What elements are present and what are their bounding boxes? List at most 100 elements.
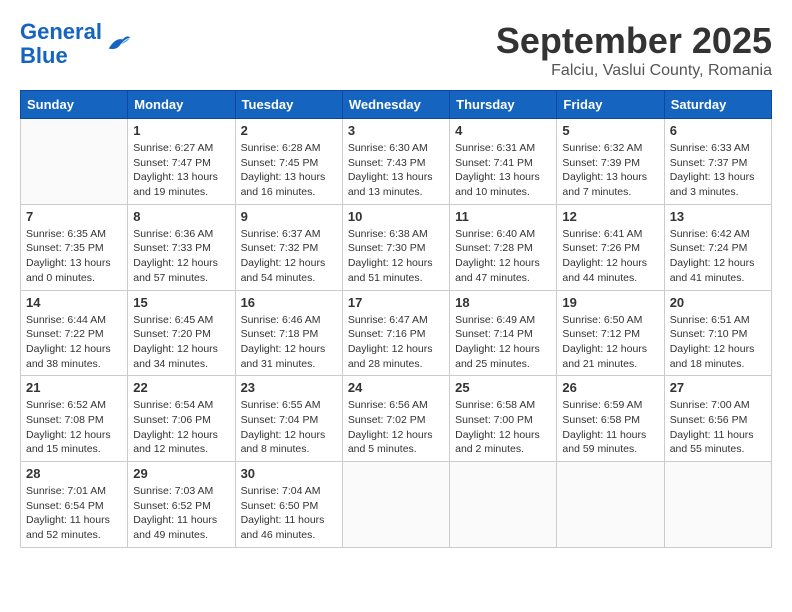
day-number: 18: [455, 295, 551, 310]
day-number: 15: [133, 295, 229, 310]
calendar-cell: 20 Sunrise: 6:51 AM Sunset: 7:10 PM Dayli…: [664, 290, 771, 376]
week-row-2: 7 Sunrise: 6:35 AM Sunset: 7:35 PM Daylig…: [21, 204, 772, 290]
day-number: 20: [670, 295, 766, 310]
day-number: 7: [26, 209, 122, 224]
day-info: Sunrise: 6:47 AM Sunset: 7:16 PM Dayligh…: [348, 313, 444, 372]
calendar-cell: 27 Sunrise: 7:00 AM Sunset: 6:56 PM Dayli…: [664, 376, 771, 462]
day-number: 19: [562, 295, 658, 310]
day-number: 11: [455, 209, 551, 224]
day-number: 6: [670, 123, 766, 138]
calendar-cell: 8 Sunrise: 6:36 AM Sunset: 7:33 PM Daylig…: [128, 204, 235, 290]
calendar-cell: 30 Sunrise: 7:04 AM Sunset: 6:50 PM Dayli…: [235, 462, 342, 548]
calendar-cell: 23 Sunrise: 6:55 AM Sunset: 7:04 PM Dayli…: [235, 376, 342, 462]
calendar-cell: 3 Sunrise: 6:30 AM Sunset: 7:43 PM Daylig…: [342, 119, 449, 205]
day-info: Sunrise: 6:37 AM Sunset: 7:32 PM Dayligh…: [241, 227, 337, 286]
day-number: 10: [348, 209, 444, 224]
day-number: 21: [26, 380, 122, 395]
calendar-cell: 26 Sunrise: 6:59 AM Sunset: 6:58 PM Dayli…: [557, 376, 664, 462]
day-info: Sunrise: 6:50 AM Sunset: 7:12 PM Dayligh…: [562, 313, 658, 372]
day-info: Sunrise: 6:58 AM Sunset: 7:00 PM Dayligh…: [455, 398, 551, 457]
weekday-header-friday: Friday: [557, 91, 664, 119]
day-info: Sunrise: 6:42 AM Sunset: 7:24 PM Dayligh…: [670, 227, 766, 286]
day-info: Sunrise: 6:35 AM Sunset: 7:35 PM Dayligh…: [26, 227, 122, 286]
calendar-cell: 28 Sunrise: 7:01 AM Sunset: 6:54 PM Dayli…: [21, 462, 128, 548]
day-number: 29: [133, 466, 229, 481]
day-number: 3: [348, 123, 444, 138]
day-info: Sunrise: 6:30 AM Sunset: 7:43 PM Dayligh…: [348, 141, 444, 200]
week-row-3: 14 Sunrise: 6:44 AM Sunset: 7:22 PM Dayli…: [21, 290, 772, 376]
day-number: 24: [348, 380, 444, 395]
calendar-cell: 13Sunrise: 6:42 AM Sunset: 7:24 PM Dayli…: [664, 204, 771, 290]
day-info: Sunrise: 6:45 AM Sunset: 7:20 PM Dayligh…: [133, 313, 229, 372]
weekday-header-monday: Monday: [128, 91, 235, 119]
day-info: Sunrise: 7:04 AM Sunset: 6:50 PM Dayligh…: [241, 484, 337, 543]
calendar-cell: 24 Sunrise: 6:56 AM Sunset: 7:02 PM Dayli…: [342, 376, 449, 462]
day-info: Sunrise: 6:55 AM Sunset: 7:04 PM Dayligh…: [241, 398, 337, 457]
calendar-cell: [21, 119, 128, 205]
day-info: Sunrise: 6:46 AM Sunset: 7:18 PM Dayligh…: [241, 313, 337, 372]
day-info: Sunrise: 6:27 AM Sunset: 7:47 PM Dayligh…: [133, 141, 229, 200]
day-number: 4: [455, 123, 551, 138]
day-number: 17: [348, 295, 444, 310]
day-info: Sunrise: 6:51 AM Sunset: 7:10 PM Dayligh…: [670, 313, 766, 372]
calendar-cell: 12Sunrise: 6:41 AM Sunset: 7:26 PM Dayli…: [557, 204, 664, 290]
calendar-cell: 9 Sunrise: 6:37 AM Sunset: 7:32 PM Daylig…: [235, 204, 342, 290]
calendar-cell: 6 Sunrise: 6:33 AM Sunset: 7:37 PM Daylig…: [664, 119, 771, 205]
title-block: September 2025 Falciu, Vaslui County, Ro…: [496, 20, 772, 80]
calendar-cell: 4Sunrise: 6:31 AM Sunset: 7:41 PM Daylig…: [450, 119, 557, 205]
calendar-cell: [342, 462, 449, 548]
location-text: Falciu, Vaslui County, Romania: [496, 62, 772, 80]
day-info: Sunrise: 6:56 AM Sunset: 7:02 PM Dayligh…: [348, 398, 444, 457]
day-info: Sunrise: 6:38 AM Sunset: 7:30 PM Dayligh…: [348, 227, 444, 286]
day-number: 8: [133, 209, 229, 224]
day-number: 9: [241, 209, 337, 224]
day-number: 28: [26, 466, 122, 481]
day-number: 27: [670, 380, 766, 395]
calendar-cell: 29 Sunrise: 7:03 AM Sunset: 6:52 PM Dayli…: [128, 462, 235, 548]
day-info: Sunrise: 6:41 AM Sunset: 7:26 PM Dayligh…: [562, 227, 658, 286]
calendar-cell: 19 Sunrise: 6:50 AM Sunset: 7:12 PM Dayli…: [557, 290, 664, 376]
calendar-cell: 22Sunrise: 6:54 AM Sunset: 7:06 PM Dayli…: [128, 376, 235, 462]
day-info: Sunrise: 6:54 AM Sunset: 7:06 PM Dayligh…: [133, 398, 229, 457]
day-number: 26: [562, 380, 658, 395]
day-info: Sunrise: 6:59 AM Sunset: 6:58 PM Dayligh…: [562, 398, 658, 457]
day-info: Sunrise: 6:28 AM Sunset: 7:45 PM Dayligh…: [241, 141, 337, 200]
day-number: 1: [133, 123, 229, 138]
calendar-cell: 15 Sunrise: 6:45 AM Sunset: 7:20 PM Dayli…: [128, 290, 235, 376]
day-number: 30: [241, 466, 337, 481]
page-header: General Blue September 2025 Falciu, Vasl…: [20, 20, 772, 80]
day-info: Sunrise: 6:49 AM Sunset: 7:14 PM Dayligh…: [455, 313, 551, 372]
logo-text: General Blue: [20, 20, 102, 68]
calendar-cell: 10 Sunrise: 6:38 AM Sunset: 7:30 PM Dayli…: [342, 204, 449, 290]
day-info: Sunrise: 6:52 AM Sunset: 7:08 PM Dayligh…: [26, 398, 122, 457]
calendar-cell: [450, 462, 557, 548]
calendar-cell: 2 Sunrise: 6:28 AM Sunset: 7:45 PM Daylig…: [235, 119, 342, 205]
calendar-cell: 18 Sunrise: 6:49 AM Sunset: 7:14 PM Dayli…: [450, 290, 557, 376]
day-info: Sunrise: 6:33 AM Sunset: 7:37 PM Dayligh…: [670, 141, 766, 200]
week-row-1: 1 Sunrise: 6:27 AM Sunset: 7:47 PM Daylig…: [21, 119, 772, 205]
day-info: Sunrise: 7:01 AM Sunset: 6:54 PM Dayligh…: [26, 484, 122, 543]
day-info: Sunrise: 6:44 AM Sunset: 7:22 PM Dayligh…: [26, 313, 122, 372]
calendar-cell: 17 Sunrise: 6:47 AM Sunset: 7:16 PM Dayli…: [342, 290, 449, 376]
weekday-header-sunday: Sunday: [21, 91, 128, 119]
day-info: Sunrise: 6:36 AM Sunset: 7:33 PM Dayligh…: [133, 227, 229, 286]
calendar-cell: 21 Sunrise: 6:52 AM Sunset: 7:08 PM Dayli…: [21, 376, 128, 462]
calendar-cell: 14 Sunrise: 6:44 AM Sunset: 7:22 PM Dayli…: [21, 290, 128, 376]
day-info: Sunrise: 6:32 AM Sunset: 7:39 PM Dayligh…: [562, 141, 658, 200]
calendar-table: SundayMondayTuesdayWednesdayThursdayFrid…: [20, 90, 772, 548]
day-number: 14: [26, 295, 122, 310]
calendar-header-row: SundayMondayTuesdayWednesdayThursdayFrid…: [21, 91, 772, 119]
day-number: 2: [241, 123, 337, 138]
calendar-cell: 5 Sunrise: 6:32 AM Sunset: 7:39 PM Daylig…: [557, 119, 664, 205]
week-row-4: 21 Sunrise: 6:52 AM Sunset: 7:08 PM Dayli…: [21, 376, 772, 462]
day-number: 25: [455, 380, 551, 395]
day-info: Sunrise: 7:03 AM Sunset: 6:52 PM Dayligh…: [133, 484, 229, 543]
logo: General Blue: [20, 20, 132, 68]
day-number: 16: [241, 295, 337, 310]
day-info: Sunrise: 7:00 AM Sunset: 6:56 PM Dayligh…: [670, 398, 766, 457]
day-number: 5: [562, 123, 658, 138]
week-row-5: 28 Sunrise: 7:01 AM Sunset: 6:54 PM Dayli…: [21, 462, 772, 548]
day-number: 23: [241, 380, 337, 395]
calendar-cell: 11Sunrise: 6:40 AM Sunset: 7:28 PM Dayli…: [450, 204, 557, 290]
calendar-cell: 7 Sunrise: 6:35 AM Sunset: 7:35 PM Daylig…: [21, 204, 128, 290]
